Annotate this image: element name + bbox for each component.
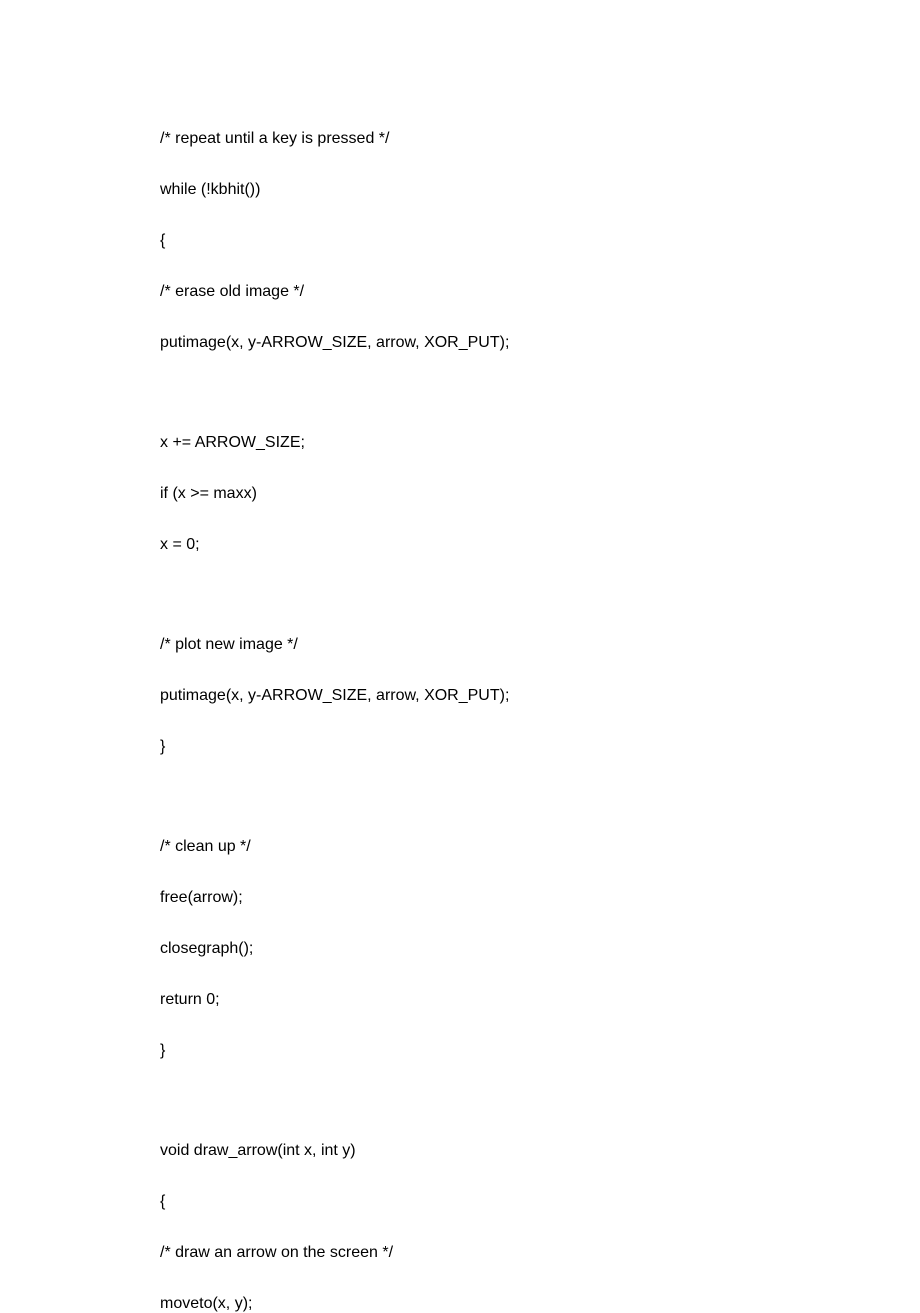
code-line: /* plot new image */ (160, 636, 920, 654)
code-line: putimage(x, y-ARROW_SIZE, arrow, XOR_PUT… (160, 687, 920, 705)
code-line: if (x >= maxx) (160, 485, 920, 503)
code-line: return 0; (160, 991, 920, 1009)
code-block: /* repeat until a key is pressed */ while… (160, 130, 920, 1313)
code-line: /* clean up */ (160, 838, 920, 856)
code-line: moveto(x, y); (160, 1295, 920, 1313)
code-line: /* erase old image */ (160, 283, 920, 301)
code-line: { (160, 232, 920, 250)
code-line: x = 0; (160, 536, 920, 554)
code-line: { (160, 1193, 920, 1211)
code-line: } (160, 738, 920, 756)
code-line: x += ARROW_SIZE; (160, 434, 920, 452)
code-line: closegraph(); (160, 940, 920, 958)
code-line: /* draw an arrow on the screen */ (160, 1244, 920, 1262)
code-line: while (!kbhit()) (160, 181, 920, 199)
code-line: free(arrow); (160, 889, 920, 907)
code-line: void draw_arrow(int x, int y) (160, 1142, 920, 1160)
code-line: /* repeat until a key is pressed */ (160, 130, 920, 148)
code-line: putimage(x, y-ARROW_SIZE, arrow, XOR_PUT… (160, 334, 920, 352)
code-line: } (160, 1042, 920, 1060)
